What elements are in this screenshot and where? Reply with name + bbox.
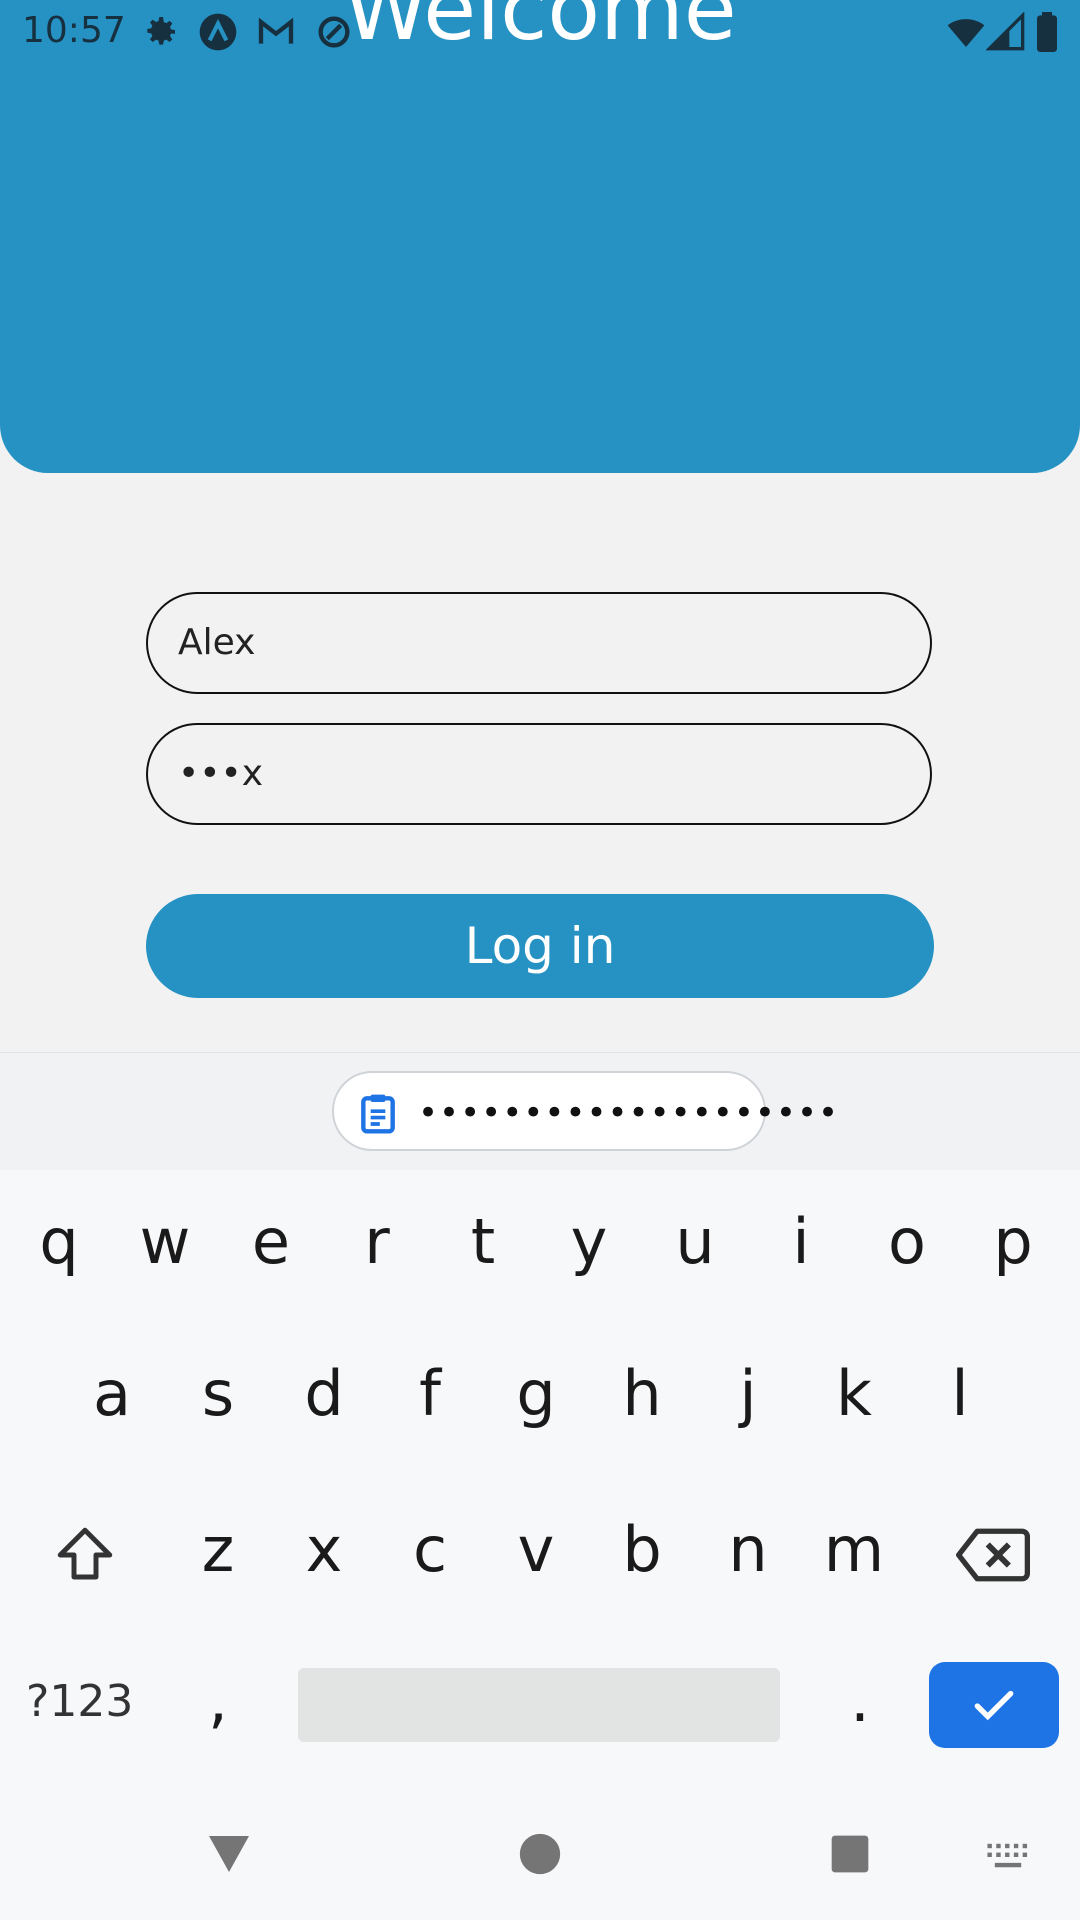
home-icon[interactable] (518, 1832, 562, 1876)
key-b[interactable]: b (592, 1500, 692, 1600)
gmail-icon (258, 17, 294, 44)
key-d[interactable]: d (274, 1344, 374, 1444)
key-j[interactable]: j (698, 1344, 798, 1444)
key-o[interactable]: o (857, 1192, 957, 1292)
backspace-icon[interactable] (956, 1524, 1030, 1586)
clipboard-icon (361, 1094, 395, 1134)
wifi-icon (947, 19, 985, 47)
checkmark-icon (974, 1690, 1014, 1721)
sync-icon (318, 16, 350, 48)
navigation-bar (0, 1790, 1080, 1920)
key-period[interactable]: . (810, 1650, 910, 1750)
key-r[interactable]: r (327, 1192, 427, 1292)
status-bar: 10:57 (0, 0, 1080, 64)
battery-icon (1037, 12, 1057, 52)
space-key[interactable] (298, 1668, 780, 1742)
key-y[interactable]: y (539, 1192, 639, 1292)
key-s[interactable]: s (168, 1344, 268, 1444)
welcome-header: Welcome (0, 0, 1080, 473)
key-q[interactable]: q (9, 1192, 109, 1292)
key-v[interactable]: v (486, 1500, 586, 1600)
login-button[interactable]: Log in (146, 894, 934, 998)
clipboard-suggestion-text: •••••••••••••••••••• (418, 1093, 840, 1133)
keyboard-suggestion-strip: •••••••••••••••••••• (0, 1052, 1080, 1171)
key-i[interactable]: i (751, 1192, 851, 1292)
key-z[interactable]: z (168, 1500, 268, 1600)
clipboard-suggestion-chip[interactable]: •••••••••••••••••••• (332, 1071, 838, 1151)
gear-icon (147, 17, 175, 45)
key-m[interactable]: m (804, 1500, 904, 1600)
shift-icon[interactable] (52, 1522, 118, 1588)
key-k[interactable]: k (804, 1344, 904, 1444)
key-e[interactable]: e (221, 1192, 321, 1292)
key-n[interactable]: n (698, 1500, 798, 1600)
enter-key[interactable] (929, 1662, 1059, 1748)
key-u[interactable]: u (645, 1192, 745, 1292)
username-value: Alex (178, 622, 256, 663)
username-field[interactable]: Alex (146, 592, 932, 694)
key-l[interactable]: l (910, 1344, 1010, 1444)
key-p[interactable]: p (963, 1192, 1063, 1292)
app-a-icon (199, 13, 237, 51)
key-c[interactable]: c (380, 1500, 480, 1600)
signal-icon (986, 12, 1025, 51)
key-g[interactable]: g (486, 1344, 586, 1444)
keyboard-switch-icon[interactable] (986, 1842, 1030, 1872)
key-h[interactable]: h (592, 1344, 692, 1444)
key-w[interactable]: w (115, 1192, 215, 1292)
key-t[interactable]: t (433, 1192, 533, 1292)
password-value: •••x (178, 753, 264, 794)
key-x[interactable]: x (274, 1500, 374, 1600)
password-field[interactable]: •••x (146, 723, 932, 825)
recents-icon[interactable] (830, 1834, 870, 1874)
key-a[interactable]: a (62, 1344, 162, 1444)
back-icon[interactable] (204, 1832, 254, 1876)
key-comma[interactable]: , (168, 1650, 268, 1750)
status-time: 10:57 (22, 10, 126, 51)
symbols-key[interactable]: ?123 (26, 1676, 133, 1727)
key-f[interactable]: f (380, 1344, 480, 1444)
